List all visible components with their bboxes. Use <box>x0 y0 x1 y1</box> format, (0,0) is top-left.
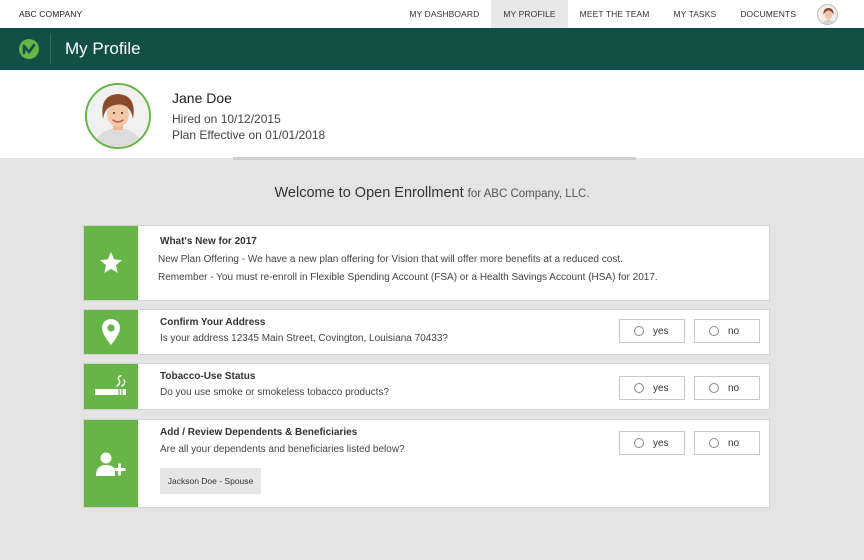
tobacco-icon-panel <box>84 364 138 409</box>
dependents-no-radio[interactable] <box>709 438 719 448</box>
address-card: Confirm Your Address Is your address 123… <box>83 309 770 355</box>
tobacco-card: Tobacco-Use Status Do you use smoke or s… <box>83 363 770 410</box>
dependents-yes-label: yes <box>653 437 669 449</box>
dependents-no-option[interactable]: no <box>694 431 760 455</box>
dependents-yes-option[interactable]: yes <box>619 431 685 455</box>
dependents-title: Add / Review Dependents & Beneficiaries <box>160 427 358 438</box>
tobacco-title: Tobacco-Use Status <box>160 371 256 382</box>
address-yes-radio[interactable] <box>634 326 644 336</box>
nav-my-profile[interactable]: MY PROFILE <box>491 0 568 28</box>
whats-new-card: What's New for 2017 New Plan Offering - … <box>83 225 770 301</box>
tobacco-no-option[interactable]: no <box>694 376 760 400</box>
map-pin-icon <box>102 319 120 345</box>
page-header: My Profile <box>0 28 864 70</box>
profile-plan-effective: Plan Effective on 01/01/2018 <box>172 128 326 142</box>
profile-photo <box>85 83 151 149</box>
nav-meet-the-team[interactable]: MEET THE TEAM <box>568 0 662 28</box>
tobacco-question: Do you use smoke or smokeless tobacco pr… <box>160 387 389 398</box>
address-no-label: no <box>728 325 740 337</box>
header-divider <box>50 34 51 64</box>
address-yes-label: yes <box>653 325 669 337</box>
dependents-no-label: no <box>728 437 740 449</box>
user-avatar[interactable] <box>817 3 838 25</box>
profile-divider <box>233 157 636 160</box>
company-name: ABC COMPANY <box>19 9 83 19</box>
dependents-question: Are all your dependents and beneficiarie… <box>160 444 405 455</box>
welcome-subtitle: for ABC Company, LLC. <box>467 188 590 200</box>
profile-summary: Jane Doe Hired on 10/12/2015 Plan Effect… <box>0 70 864 158</box>
address-icon-panel <box>84 310 138 354</box>
address-no-radio[interactable] <box>709 326 719 336</box>
welcome-title: Welcome to Open Enrollment <box>274 185 464 201</box>
whats-new-icon-panel <box>84 226 138 300</box>
address-yes-option[interactable]: yes <box>619 319 685 343</box>
nav-my-dashboard[interactable]: MY DASHBOARD <box>397 0 491 28</box>
user-menu[interactable] <box>808 0 864 28</box>
tobacco-yes-option[interactable]: yes <box>619 376 685 400</box>
top-nav-bar: ABC COMPANY MY DASHBOARD MY PROFILE MEET… <box>0 0 864 28</box>
profile-name: Jane Doe <box>172 90 232 106</box>
tobacco-yes-label: yes <box>653 382 669 394</box>
profile-hired-date: Hired on 10/12/2015 <box>172 112 281 126</box>
whats-new-line-2: Remember - You must re-enroll in Flexibl… <box>158 272 658 283</box>
cigarette-icon <box>95 374 126 395</box>
address-question: Is your address 12345 Main Street, Covin… <box>160 333 448 344</box>
star-icon <box>99 251 123 273</box>
main-nav: MY DASHBOARD MY PROFILE MEET THE TEAM MY… <box>397 0 864 28</box>
dependent-chip[interactable]: Jackson Doe - Spouse <box>160 468 261 494</box>
welcome-heading: Welcome to Open Enrollment for ABC Compa… <box>0 185 864 201</box>
tobacco-no-radio[interactable] <box>709 383 719 393</box>
address-title: Confirm Your Address <box>160 317 266 328</box>
page-title: My Profile <box>65 39 141 58</box>
nav-my-tasks[interactable]: MY TASKS <box>661 0 728 28</box>
tobacco-no-label: no <box>728 382 740 394</box>
dependents-yes-radio[interactable] <box>634 438 644 448</box>
whats-new-title: What's New for 2017 <box>160 236 257 247</box>
add-user-icon <box>96 452 126 476</box>
tobacco-yes-radio[interactable] <box>634 383 644 393</box>
address-no-option[interactable]: no <box>694 319 760 343</box>
dependents-icon-panel <box>84 420 138 507</box>
nav-documents[interactable]: DOCUMENTS <box>728 0 808 28</box>
whats-new-line-1: New Plan Offering - We have a new plan o… <box>158 254 623 265</box>
dependents-card: Add / Review Dependents & Beneficiaries … <box>83 419 770 508</box>
logo-icon[interactable] <box>18 38 40 60</box>
